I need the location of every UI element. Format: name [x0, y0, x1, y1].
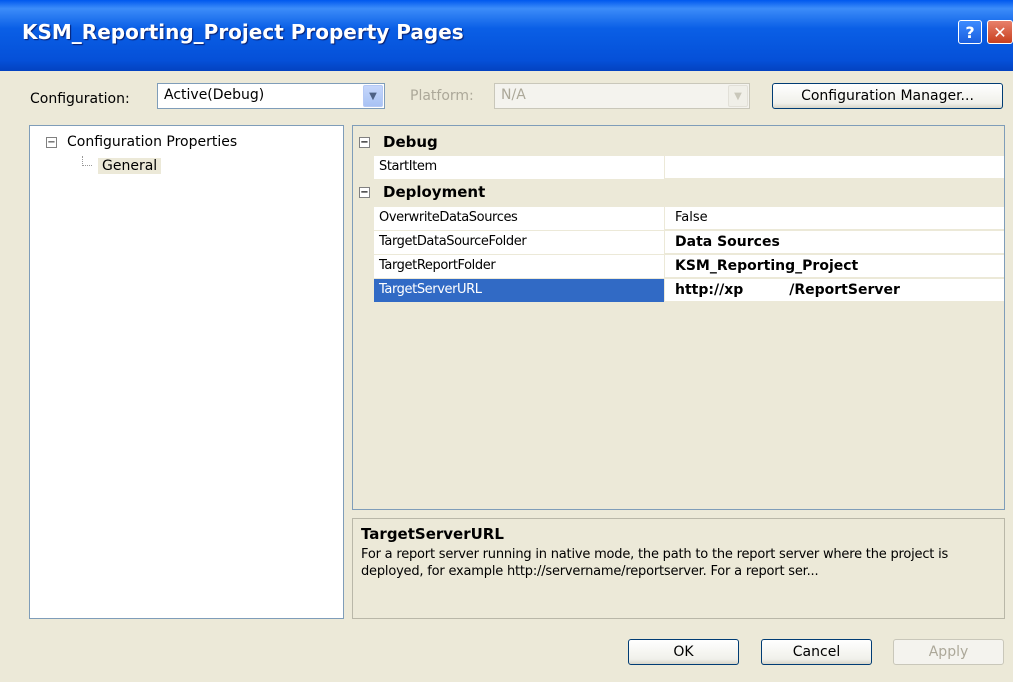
property-tree[interactable]: − Configuration Properties General	[29, 125, 344, 619]
property-row-overwritedatasources[interactable]: OverwriteDataSources False	[353, 207, 1004, 230]
property-value[interactable]: Data Sources	[669, 231, 1004, 254]
property-name: TargetDataSourceFolder	[373, 231, 665, 254]
category-label: Debug	[383, 133, 438, 151]
property-value[interactable]: http://xp/ReportServer	[669, 279, 1004, 302]
configuration-manager-button[interactable]: Configuration Manager...	[772, 83, 1003, 109]
platform-label: Platform:	[410, 88, 474, 104]
category-label: Deployment	[383, 183, 486, 201]
url-prefix: http://xp	[675, 282, 744, 298]
collapse-icon[interactable]: −	[359, 187, 370, 198]
chevron-down-icon[interactable]: ▼	[363, 85, 383, 107]
category-deployment[interactable]: − Deployment	[353, 180, 1004, 206]
property-row-startitem[interactable]: StartItem	[353, 156, 1004, 179]
property-value[interactable]	[669, 156, 1004, 179]
ok-button[interactable]: OK	[628, 639, 739, 665]
apply-button: Apply	[893, 639, 1004, 665]
tree-connector	[82, 156, 92, 166]
help-button[interactable]: ?	[958, 20, 982, 44]
collapse-icon[interactable]: −	[46, 136, 57, 148]
chevron-down-icon: ▼	[728, 85, 748, 107]
title-bar: KSM_Reporting_Project Property Pages ? ✕	[0, 0, 1013, 71]
tree-item-label: Configuration Properties	[67, 134, 238, 150]
cancel-button[interactable]: Cancel	[761, 639, 872, 665]
configuration-value: Active(Debug)	[164, 87, 265, 103]
description-text: For a report server running in native mo…	[361, 547, 949, 579]
property-value[interactable]: False	[669, 207, 1004, 230]
configuration-label: Configuration:	[30, 91, 130, 107]
tree-item-general[interactable]: General	[98, 158, 162, 174]
redacted-region	[743, 283, 790, 297]
property-row-targetreportfolder[interactable]: TargetReportFolder KSM_Reporting_Project	[353, 255, 1004, 278]
window-title: KSM_Reporting_Project Property Pages	[22, 20, 464, 44]
property-name: StartItem	[373, 156, 665, 179]
help-icon: ?	[965, 22, 975, 42]
property-value[interactable]: KSM_Reporting_Project	[669, 255, 1004, 278]
tree-item-configuration-properties[interactable]: − Configuration Properties	[46, 134, 237, 150]
platform-value: N/A	[501, 87, 526, 103]
url-suffix: /ReportServer	[789, 282, 900, 298]
property-row-targetdatasourcefolder[interactable]: TargetDataSourceFolder Data Sources	[353, 231, 1004, 254]
property-name: TargetServerURL	[373, 279, 665, 302]
collapse-icon[interactable]: −	[359, 137, 370, 148]
description-panel: TargetServerURL For a report server runn…	[352, 518, 1005, 619]
category-debug[interactable]: − Debug	[353, 130, 1004, 156]
property-row-targetserverurl[interactable]: TargetServerURL http://xp/ReportServer	[353, 279, 1004, 302]
property-grid[interactable]: − Debug StartItem − Deployment Overwrite…	[352, 125, 1005, 510]
configuration-dropdown[interactable]: Active(Debug) ▼	[157, 83, 385, 109]
description-title: TargetServerURL	[361, 525, 504, 543]
property-name: OverwriteDataSources	[373, 207, 665, 230]
close-button[interactable]: ✕	[987, 20, 1013, 44]
close-icon: ✕	[993, 22, 1007, 42]
platform-dropdown: N/A ▼	[494, 83, 750, 109]
property-name: TargetReportFolder	[373, 255, 665, 278]
